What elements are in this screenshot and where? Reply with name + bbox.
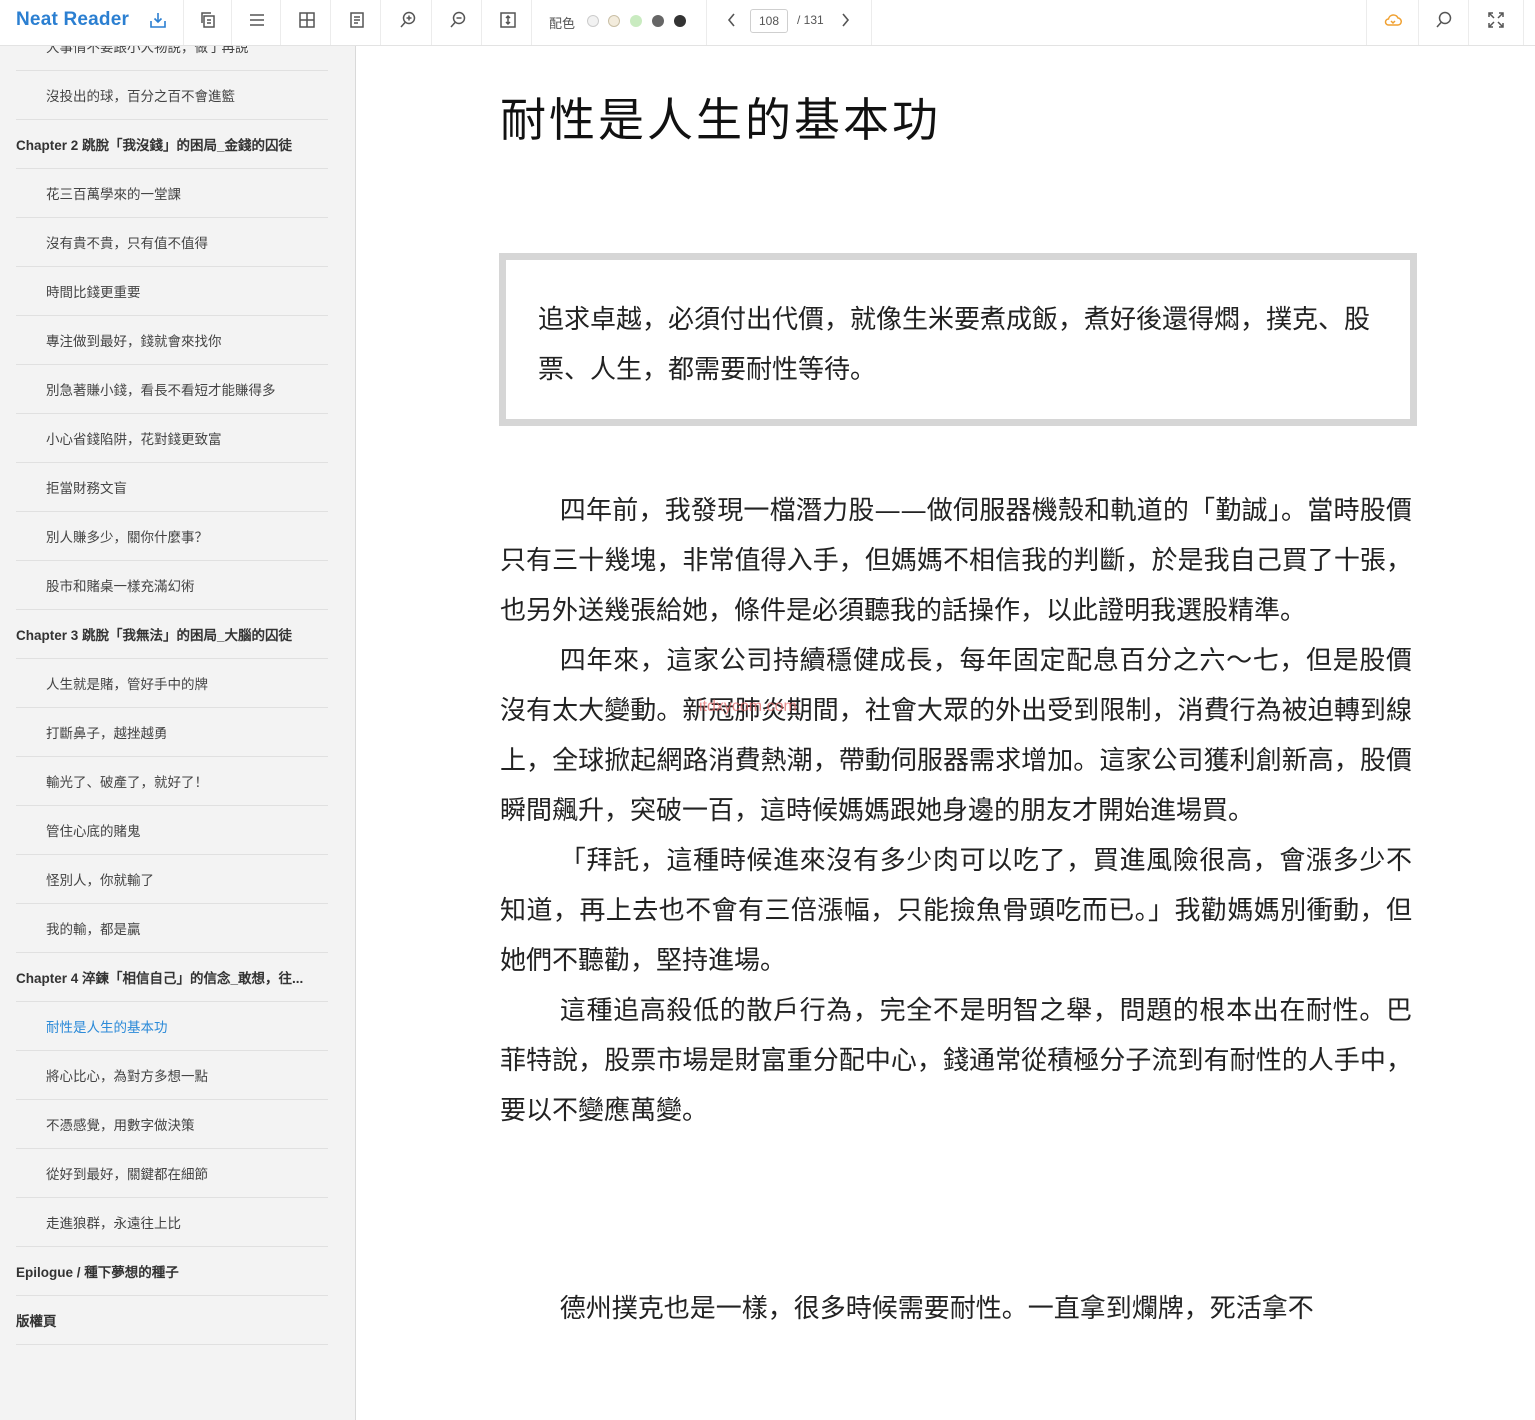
chevron-left-icon [726, 12, 738, 33]
app-brand: Neat Reader [16, 9, 130, 30]
epigraph-box: 追求卓越，必須付出代價，就像生米要煮成飯，煮好後還得燜，撲克、股票、人生，都需要… [499, 253, 1417, 426]
toc-item[interactable]: 不憑感覺，用數字做決策 [16, 1100, 328, 1149]
fullscreen-button[interactable] [1469, 0, 1523, 45]
toc-item[interactable]: 拒當財務文盲 [16, 463, 328, 512]
zoom-out-button[interactable] [434, 0, 482, 45]
search-button[interactable] [1419, 0, 1469, 45]
cloud-sync-button[interactable] [1367, 0, 1419, 45]
grid-icon [297, 10, 317, 35]
cloud-icon [1383, 10, 1403, 35]
zoom-out-icon [448, 10, 468, 35]
page-total: / 131 [797, 13, 824, 27]
palette-swatch-light[interactable] [587, 15, 599, 27]
toc-item[interactable]: 我的輸，都是贏 [16, 904, 328, 953]
toc-item[interactable]: 人生就是賭，管好手中的牌 [16, 659, 328, 708]
toc-item[interactable]: 耐性是人生的基本功 [16, 1002, 328, 1051]
toc-item[interactable]: 走進狼群，永遠往上比 [16, 1198, 328, 1247]
next-page-button[interactable] [835, 10, 855, 34]
paragraph: 四年來，這家公司持續穩健成長，每年固定配息百分之六～七，但是股價沒有太大變動。新… [500, 646, 1412, 826]
toc-item[interactable]: 別急著賺小錢，看長不看短才能賺得多 [16, 365, 328, 414]
import-book-button[interactable] [134, 0, 182, 45]
zoom-in-button[interactable] [384, 0, 432, 45]
page-number-input[interactable] [750, 9, 788, 33]
copy-icon [198, 10, 218, 35]
palette-label: 配色 [549, 16, 576, 31]
toc-button[interactable] [233, 0, 281, 45]
toc-item[interactable]: 小心省錢陷阱，花對錢更致富 [16, 414, 328, 463]
toc-item[interactable]: 專注做到最好，錢就會來找你 [16, 316, 328, 365]
palette-swatch-gray[interactable] [652, 15, 664, 27]
fullscreen-icon [1486, 10, 1506, 35]
fit-page-button[interactable] [484, 0, 532, 45]
toc-item[interactable]: 別人賺多少，關你什麼事？ [16, 512, 328, 561]
paragraph: 「拜託，這種時候進來沒有多少肉可以吃了，買進風險很高，會漲多少不知道，再上去也不… [500, 846, 1412, 976]
palette-swatch-sepia[interactable] [608, 15, 620, 27]
chevron-right-icon [839, 12, 851, 33]
toc-item[interactable]: 股市和賭桌一樣充滿幻術 [16, 561, 328, 610]
bookshelf-button[interactable] [184, 0, 232, 45]
import-icon [148, 10, 168, 35]
toc-item[interactable]: 沒有貴不貴，只有值不值得 [16, 218, 328, 267]
body-text: 四年前，我發現一檔潛力股——做伺服器機殼和軌道的「勤誠」。當時股價只有三十幾塊，… [500, 486, 1412, 1136]
body-text-continued: 德州撲克也是一樣，很多時候需要耐性。一直拿到爛牌，死活拿不 [500, 1284, 1412, 1334]
toc-list: 大事情不要跟小人物說，做了再說 沒投出的球，百分之百不會進籃 Chapter 2 跳… [16, 46, 328, 1345]
paragraph: 這種追高殺低的散戶行為，完全不是明智之舉，問題的根本出在耐性。巴菲特說，股票市場… [500, 996, 1412, 1126]
notes-button[interactable] [333, 0, 381, 45]
search-icon [1434, 10, 1454, 35]
epigraph-text: 追求卓越，必須付出代價，就像生米要煮成飯，煮好後還得燜，撲克、股票、人生，都需要… [538, 305, 1371, 385]
section-title: 耐性是人生的基本功 [500, 93, 941, 147]
toc-item[interactable]: 時間比錢更重要 [16, 267, 328, 316]
watermark: itdxycom.com [699, 698, 797, 715]
toc-chapter[interactable]: Chapter 2 跳脫「我沒錢」的困局_金錢的囚徒 [16, 120, 328, 169]
toc-item[interactable]: 輸光了、破產了，就好了！ [16, 757, 328, 806]
toc-item[interactable]: 怪別人，你就輸了 [16, 855, 328, 904]
toc-item[interactable]: 將心比心，為對方多想一點 [16, 1051, 328, 1100]
toc-item[interactable]: 打斷鼻子，越挫越勇 [16, 708, 328, 757]
toc-item[interactable]: 管住心底的賭鬼 [16, 806, 328, 855]
toc-chapter[interactable]: Chapter 3 跳脫「我無法」的困局_大腦的囚徒 [16, 610, 328, 659]
toc-item[interactable]: 沒投出的球，百分之百不會進籃 [16, 71, 328, 120]
toc-chapter[interactable]: Epilogue / 種下夢想的種子 [16, 1247, 328, 1296]
zoom-in-icon [398, 10, 418, 35]
toc-item[interactable]: 從好到最好，關鍵都在細節 [16, 1149, 328, 1198]
toc-item[interactable]: 大事情不要跟小人物說，做了再說 [16, 46, 328, 71]
paragraph: 四年前，我發現一檔潛力股——做伺服器機殼和軌道的「勤誠」。當時股價只有三十幾塊，… [500, 496, 1412, 626]
palette-swatch-dark[interactable] [674, 15, 686, 27]
top-toolbar: Neat Reader 配色 108 / 131 [0, 0, 1535, 46]
toc-item[interactable]: 花三百萬學來的一堂課 [16, 169, 328, 218]
paragraph: 德州撲克也是一樣，很多時候需要耐性。一直拿到爛牌，死活拿不 [559, 1294, 1314, 1324]
reading-pane: 耐性是人生的基本功 追求卓越，必須付出代價，就像生米要煮成飯，煮好後還得燜，撲克… [357, 46, 1535, 1420]
prev-page-button[interactable] [722, 10, 742, 34]
menu-lines-icon [247, 10, 267, 35]
toc-sidebar: 大事情不要跟小人物說，做了再說 沒投出的球，百分之百不會進籃 Chapter 2 跳… [0, 46, 356, 1420]
vertical-expand-icon [498, 10, 518, 35]
document-icon [347, 10, 367, 35]
palette-swatch-green[interactable] [630, 15, 642, 27]
toc-chapter[interactable]: Chapter 4 淬鍊「相信自己」的信念_敢想，往... [16, 953, 328, 1002]
toc-chapter[interactable]: 版權頁 [16, 1296, 328, 1345]
layout-button[interactable] [283, 0, 331, 45]
